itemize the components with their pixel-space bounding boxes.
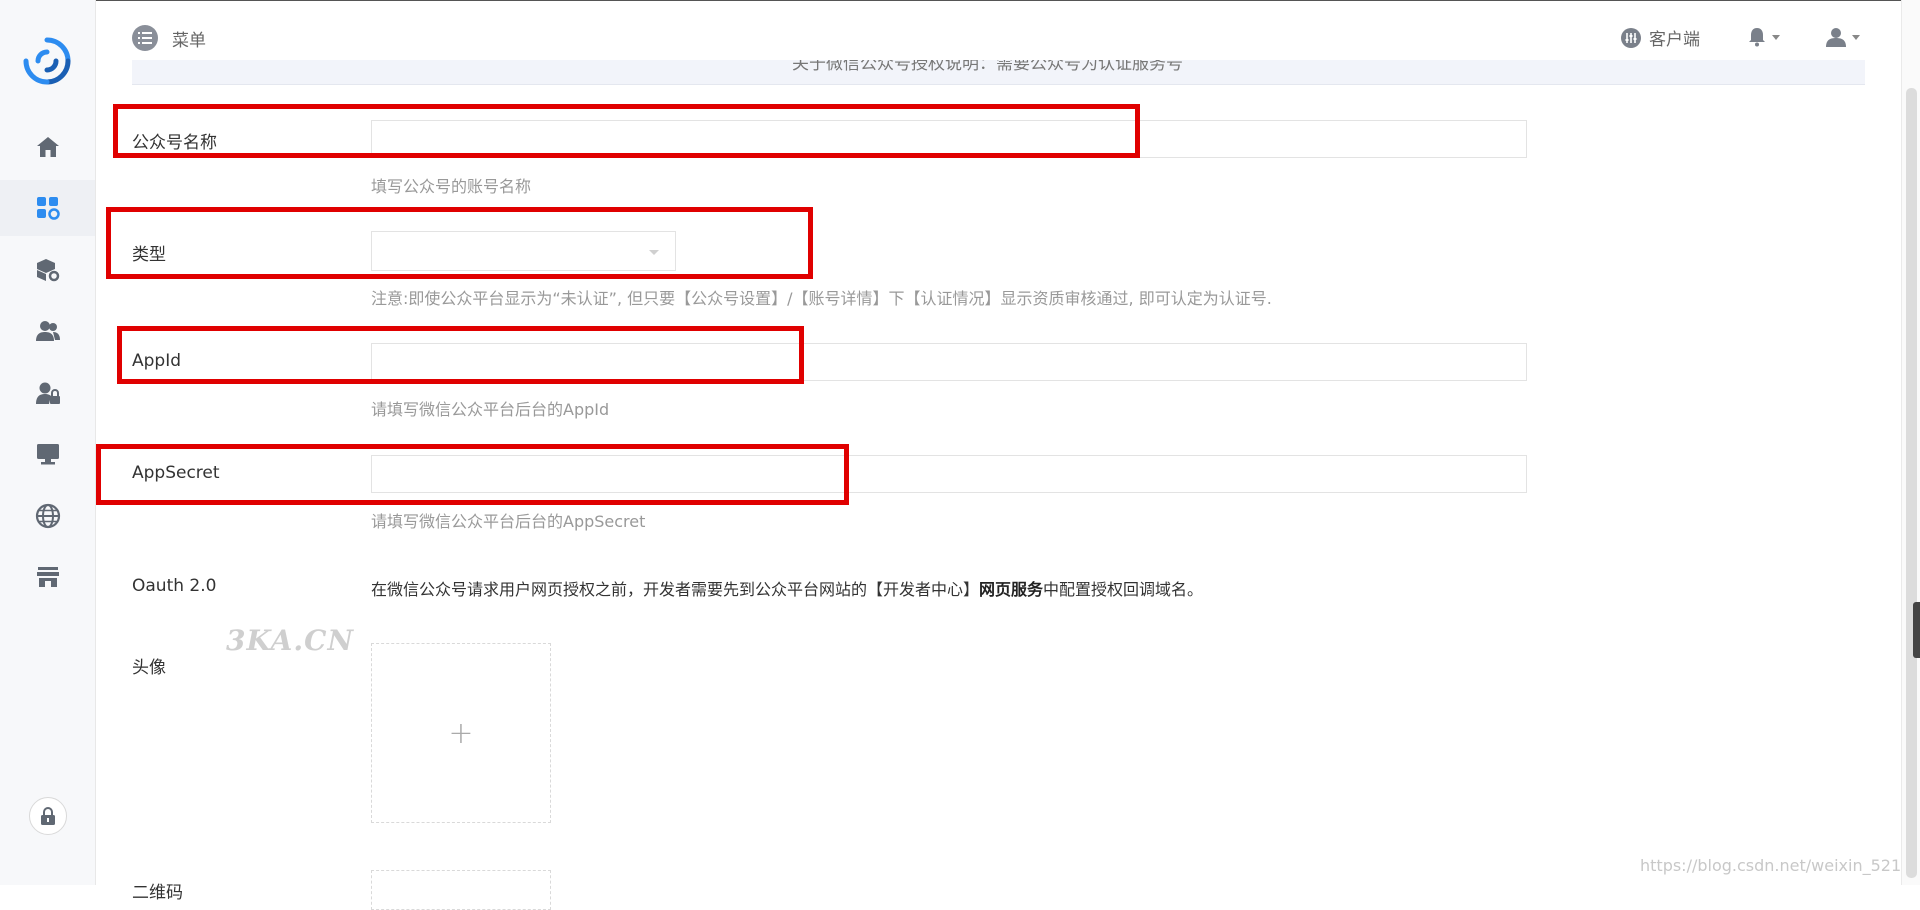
user-dropdown[interactable] xyxy=(1826,27,1860,47)
menu-label: 菜单 xyxy=(172,30,206,51)
menu-list-icon xyxy=(132,25,158,51)
sidebar-item-home[interactable] xyxy=(0,119,95,175)
sidebar-item-store[interactable] xyxy=(0,549,95,605)
client-label: 客户端 xyxy=(1649,30,1700,50)
appsecret-hint: 请填写微信公众平台后台的AppSecret xyxy=(371,512,646,531)
app-logo[interactable] xyxy=(21,35,73,87)
store-icon xyxy=(36,567,59,587)
avatar-label: 头像 xyxy=(132,658,166,678)
sidebar-item-monitor[interactable] xyxy=(0,426,95,482)
avatar-upload[interactable]: + xyxy=(371,643,551,823)
notifications-dropdown[interactable] xyxy=(1748,27,1780,47)
oauth-description: 在微信公众号请求用户网页授权之前，开发者需要先到公众平台网站的【开发者中心】网页… xyxy=(371,576,1203,600)
highlight-box-appid xyxy=(117,326,804,384)
users-icon xyxy=(35,321,60,341)
watermark-url: https://blog.csdn.net/weixin_52154975 xyxy=(1640,856,1920,875)
notice-strip: 关于微信公众号授权说明：需要公众号为认证服务号 xyxy=(132,60,1865,85)
sidebar-item-package[interactable] xyxy=(0,242,95,298)
sidebar-item-globe[interactable] xyxy=(0,488,95,544)
highlight-box-type xyxy=(106,207,813,279)
chevron-down-icon xyxy=(1852,34,1860,40)
monitor-icon xyxy=(36,444,59,465)
cube-settings-icon xyxy=(36,259,59,282)
user-icon xyxy=(1826,28,1846,47)
oauth-label: Oauth 2.0 xyxy=(132,576,217,596)
watermark-logo: 3KA.CN xyxy=(226,624,355,657)
lock-icon xyxy=(41,807,55,825)
oauth-text-bold: 网页服务 xyxy=(979,580,1044,599)
bell-icon xyxy=(1749,28,1765,47)
appid-hint: 请填写微信公众平台后台的AppId xyxy=(371,400,610,419)
vertical-scrollbar[interactable] xyxy=(1901,0,1920,885)
qrcode-upload[interactable] xyxy=(371,870,551,910)
oauth-text-post: 中配置授权回调域名。 xyxy=(1043,580,1204,599)
lock-screen-button[interactable] xyxy=(29,797,67,835)
sidebar-item-users[interactable] xyxy=(0,303,95,359)
highlight-box-name xyxy=(113,104,1140,158)
scrollbar-thumb[interactable] xyxy=(1906,88,1917,878)
highlight-box-appsecret xyxy=(96,444,849,505)
scrollbar-grip-icon[interactable] xyxy=(1913,602,1920,658)
qrcode-label: 二维码 xyxy=(132,883,183,903)
home-icon xyxy=(36,137,59,157)
globe-icon xyxy=(35,503,60,529)
sidebar-item-apps[interactable] xyxy=(0,180,95,236)
plus-icon: + xyxy=(448,715,474,751)
name-hint: 填写公众号的账号名称 xyxy=(371,177,532,196)
notice-text: 关于微信公众号授权说明：需要公众号为认证服务号 xyxy=(792,60,1183,74)
sliders-icon xyxy=(1621,27,1641,48)
oauth-text-pre: 在微信公众号请求用户网页授权之前，开发者需要先到公众平台网站的【开发者中心】 xyxy=(371,580,980,599)
sidebar xyxy=(0,0,96,885)
chevron-down-icon xyxy=(1772,34,1780,40)
sidebar-item-user-lock[interactable] xyxy=(0,365,95,421)
apps-settings-icon xyxy=(36,197,60,220)
menu-toggle[interactable]: 菜单 xyxy=(132,25,206,51)
user-lock-icon xyxy=(35,382,60,404)
type-hint: 注意:即使公众平台显示为“未认证”, 但只要【公众号设置】/【账号详情】下【认证… xyxy=(371,289,1272,308)
client-link[interactable]: 客户端 xyxy=(1621,25,1700,50)
